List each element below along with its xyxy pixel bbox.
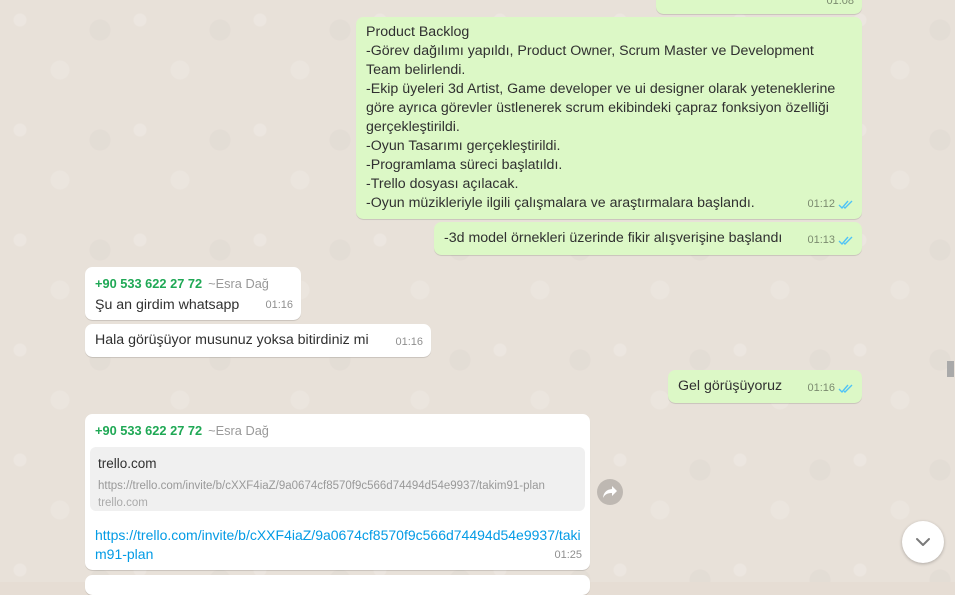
sender-name: ~Esra Dağ <box>208 276 269 291</box>
message-bubble-hala[interactable]: Hala görüşüyor musunuz yoksa bitirdiniz … <box>85 324 431 357</box>
message-time: 01:16 <box>265 299 293 311</box>
sender-number[interactable]: +90 533 622 27 72 <box>95 423 202 438</box>
message-time: 01:16 <box>395 336 423 348</box>
message-text: Hala görüşüyor musunuz yoksa bitirdiniz … <box>95 332 369 348</box>
message-bubble-partial[interactable]: 01:08 <box>656 0 862 14</box>
sender-row: +90 533 622 27 72 ~Esra Dağ <box>95 274 269 294</box>
double-check-icon <box>838 236 853 246</box>
sender-number[interactable]: +90 533 622 27 72 <box>95 276 202 291</box>
message-text: Şu an girdim whatsapp <box>95 297 240 313</box>
message-meta: 01:13 <box>807 231 854 250</box>
double-check-icon <box>838 384 853 394</box>
link-preview-domain: trello.com <box>98 497 148 509</box>
forward-button[interactable] <box>597 479 623 505</box>
message-text: -3d model örnekleri üzerinde fikir alışv… <box>444 230 783 246</box>
message-link[interactable]: https://trello.com/invite/b/cXXF4iaZ/9a0… <box>95 526 581 564</box>
link-preview-url: https://trello.com/invite/b/cXXF4iaZ/9a0… <box>98 480 545 492</box>
link-preview[interactable]: trello.com https://trello.com/invite/b/c… <box>90 447 585 511</box>
message-time: 01:08 <box>826 0 854 7</box>
message-bubble-backlog[interactable]: Product Backlog -Görev dağılımı yapıldı,… <box>356 17 862 219</box>
message-time: 01:12 <box>807 198 835 210</box>
message-bubble-partial-bottom[interactable] <box>85 575 590 595</box>
message-meta: 01:16 <box>807 379 854 398</box>
message-text: Gel görüşüyoruz <box>678 378 783 394</box>
message-bubble-whatsapp[interactable]: +90 533 622 27 72 ~Esra Dağ Şu an girdim … <box>85 267 301 320</box>
sender-name: ~Esra Dağ <box>208 423 269 438</box>
sender-row: +90 533 622 27 72 ~Esra Dağ <box>95 421 269 441</box>
message-time: 01:13 <box>807 234 835 246</box>
scroll-down-button[interactable] <box>902 521 944 563</box>
forward-icon <box>603 486 617 498</box>
message-text: Product Backlog -Görev dağılımı yapıldı,… <box>366 24 836 211</box>
message-meta: 01:12 <box>807 195 854 214</box>
message-bubble-gel[interactable]: Gel görüşüyoruz 01:16 <box>668 370 862 403</box>
chevron-down-icon <box>916 538 930 546</box>
message-time: 01:25 <box>554 549 582 561</box>
double-check-icon <box>838 200 853 210</box>
message-bubble-trello[interactable]: +90 533 622 27 72 ~Esra Dağ trello.com ht… <box>85 414 590 570</box>
link-preview-title: trello.com <box>98 456 157 471</box>
scrollbar-thumb[interactable] <box>947 361 954 377</box>
message-time: 01:16 <box>807 382 835 394</box>
message-bubble-3d-model[interactable]: -3d model örnekleri üzerinde fikir alışv… <box>434 222 862 255</box>
